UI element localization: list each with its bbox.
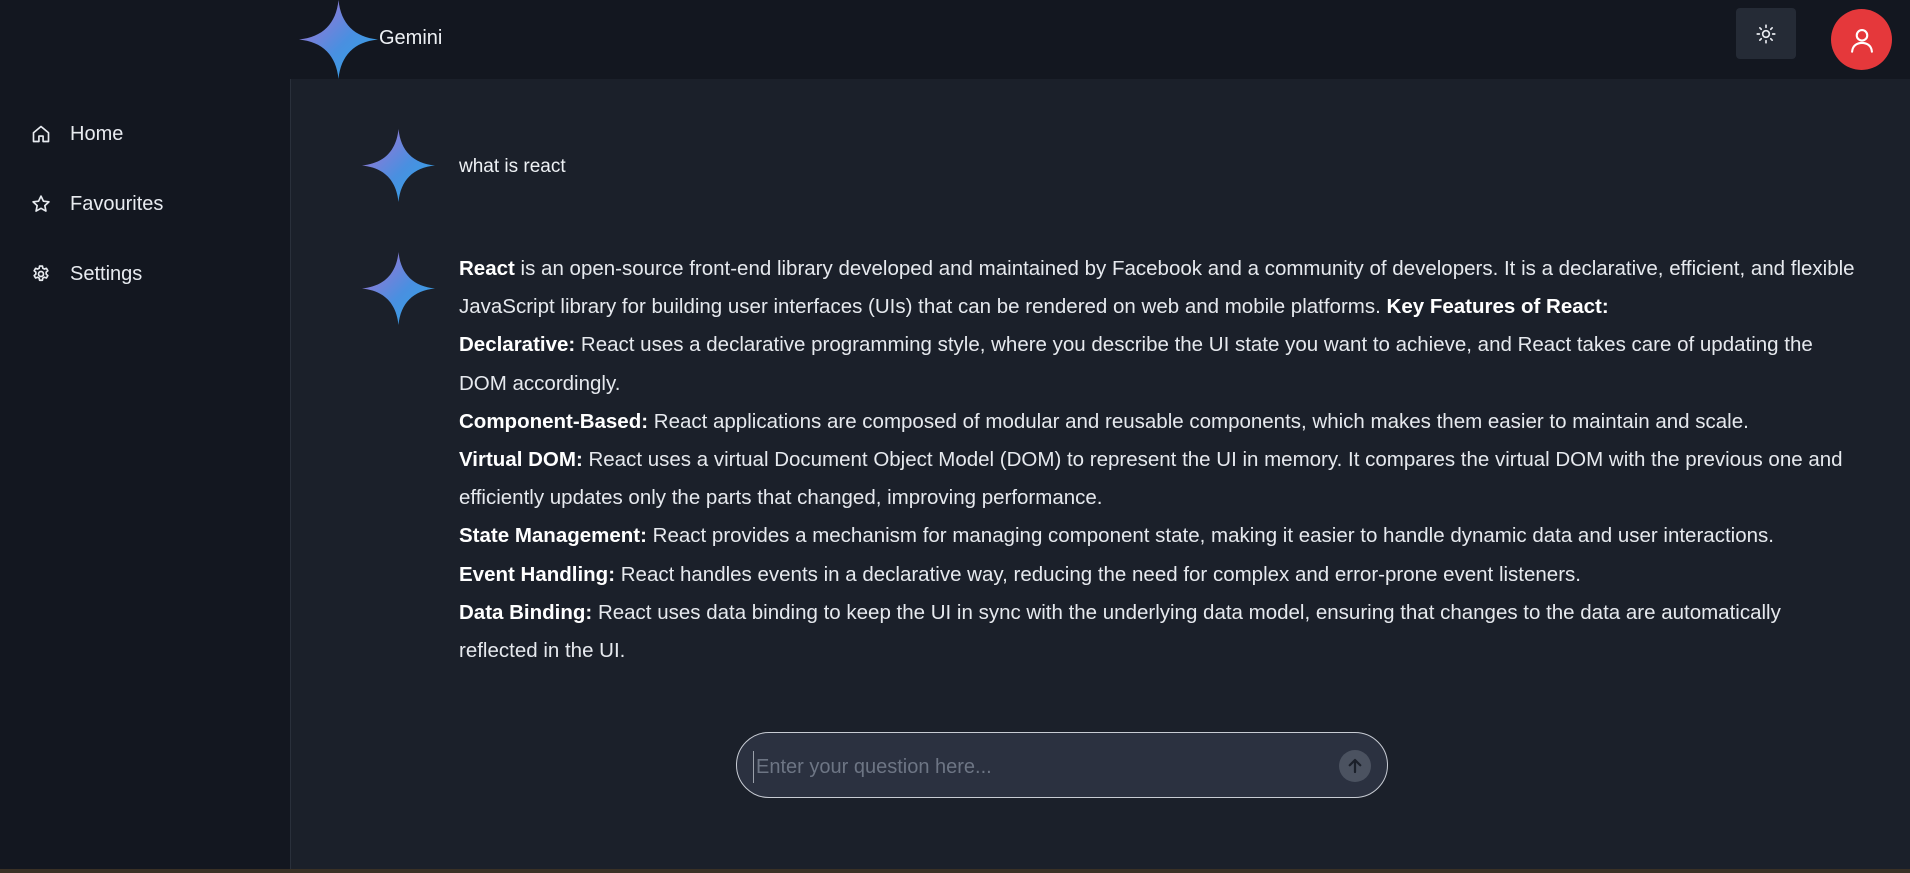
feature-item: Declarative: React uses a declarative pr… (459, 326, 1859, 402)
answer-intro-bold: React (459, 257, 515, 280)
theme-toggle-button[interactable] (1736, 8, 1796, 59)
feature-title: Data Binding: (459, 600, 593, 624)
gear-icon (30, 263, 52, 285)
top-bar: Gemini (0, 0, 1910, 79)
feature-item: State Management: React provides a mecha… (459, 517, 1859, 555)
user-avatar-button[interactable] (1831, 9, 1892, 70)
gemini-avatar-icon (362, 129, 435, 202)
feature-title: Virtual DOM: (459, 448, 583, 472)
feature-text: React uses data binding to keep the UI i… (459, 600, 1781, 663)
feature-text: React handles events in a declarative wa… (615, 562, 1581, 586)
question-composer (736, 732, 1388, 798)
bottom-edge (0, 869, 1910, 873)
feature-title: Component-Based: (459, 409, 649, 433)
feature-text: React uses a virtual Document Object Mod… (459, 448, 1843, 510)
feature-item: Data Binding: React uses data binding to… (459, 594, 1859, 670)
arrow-up-icon (1348, 758, 1362, 774)
chat-area[interactable]: what is react React is an open-source fr… (290, 79, 1910, 690)
feature-text: React applications are composed of modul… (648, 409, 1749, 433)
star-icon (30, 193, 52, 215)
home-icon (30, 123, 52, 145)
sidebar-item-favourites[interactable]: Favourites (30, 189, 163, 219)
feature-title: Declarative: (459, 333, 576, 357)
user-question: what is react (459, 156, 566, 177)
feature-title: State Management: (459, 524, 647, 548)
sidebar-item-home[interactable]: Home (30, 119, 123, 149)
sidebar-item-label: Home (70, 122, 124, 145)
sidebar-item-label: Favourites (70, 192, 164, 215)
gemini-logo-icon (299, 0, 378, 79)
feature-text: React provides a mechanism for managing … (646, 524, 1774, 548)
user-icon (1850, 28, 1873, 53)
gemini-avatar-icon (362, 252, 435, 325)
send-button[interactable] (1339, 750, 1371, 782)
feature-item: Component-Based: React applications are … (459, 403, 1859, 441)
sidebar-item-settings[interactable]: Settings (30, 259, 142, 289)
brand-name: Gemini (379, 27, 443, 49)
feature-title: Event Handling: (459, 562, 616, 586)
assistant-answer: React is an open-source front-end librar… (459, 250, 1859, 670)
sidebar: Home Favourites Settings (0, 79, 291, 873)
question-input[interactable] (753, 751, 1318, 783)
answer-intro: React is an open-source front-end librar… (459, 250, 1859, 326)
sun-icon (1756, 23, 1776, 44)
feature-item: Virtual DOM: React uses a virtual Docume… (459, 441, 1859, 517)
sidebar-item-label: Settings (70, 262, 143, 285)
feature-item: Event Handling: React handles events in … (459, 556, 1859, 594)
answer-intro-text: is an open-source front-end library deve… (459, 257, 1855, 319)
feature-text: React uses a declarative programming sty… (459, 333, 1813, 395)
features-heading: Key Features of React: (1386, 295, 1609, 319)
